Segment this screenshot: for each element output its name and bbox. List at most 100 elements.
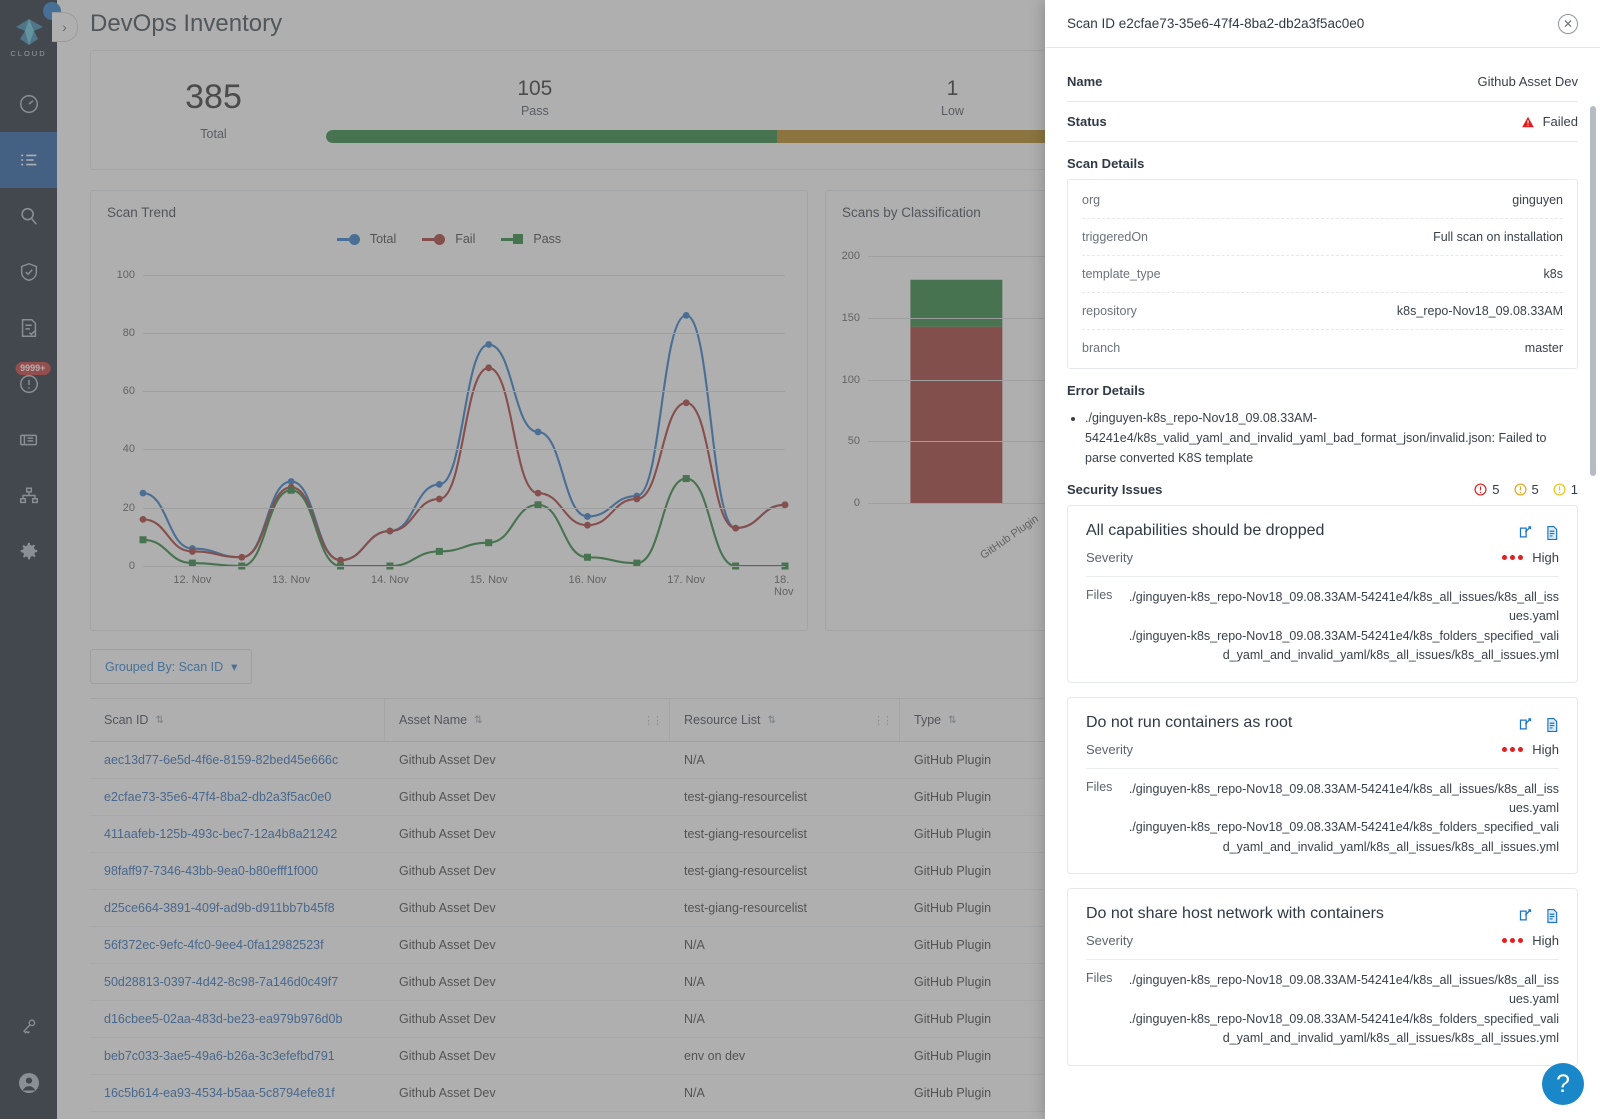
resource-list-cell: env on dev [684,1049,746,1063]
sidebar-item-account[interactable] [0,1055,57,1111]
scan-trend-title: Scan Trend [107,205,177,220]
scan-id-link[interactable]: 16c5b614-ea93-4534-b5aa-5c8794efe81f [90,1075,385,1111]
issue-title: Do not share host network with container… [1086,905,1384,922]
scan-id-link[interactable]: 98faff97-7346-43bb-9ea0-b80efff1f000 [90,853,385,889]
security-issues-header: Security Issues 5 5 1 [1067,468,1578,505]
app-root: CLOUD 9999+ › DevOps Inventory 385 Total… [0,0,1600,1119]
issue-severity-row: Severity High [1086,550,1559,577]
kpi-cell-label: Pass [520,104,549,119]
scan-detail-row: repository k8s_repo-Nov18_09.08.33AM [1082,293,1563,330]
sidebar-item-topology[interactable] [0,468,57,524]
y-axis-tick: 100 [841,373,860,386]
file-path: ./ginguyen-k8s_repo-Nov18_09.08.33AM-542… [1128,1011,1559,1046]
drawer-status-row: Status Failed [1067,102,1578,142]
sidebar-item-reports[interactable] [0,300,57,356]
file-icon[interactable] [1545,908,1559,924]
scan-id-link[interactable]: d25ce664-3891-409f-ad9b-d911bb7b45f8 [90,890,385,926]
scan-id-link[interactable]: 75913179-f3e4-4c37-add4-69f961816d88 [90,1112,385,1119]
issue-files-row: Files ./ginguyen-k8s_repo-Nov18_09.08.33… [1086,577,1559,666]
column-resize-handle[interactable]: ⋮⋮ [643,714,663,727]
table-header-cell[interactable]: Asset Name ⇅ ⋮⋮ [385,699,670,741]
table-header-cell[interactable]: Resource List ⇅ ⋮⋮ [670,699,900,741]
table-header-cell[interactable]: Scan ID ⇅ [90,699,385,741]
sidebar-bottom [0,999,57,1111]
severity-dots-icon [1502,746,1524,752]
shield-check-icon [20,262,37,282]
severity-label: Severity [1086,550,1133,565]
gridline [143,566,785,567]
scan-id-link[interactable]: aec13d77-6e5d-4f6e-8159-82bed45e666c [90,742,385,778]
y-axis-tick: 20 [122,501,135,514]
asset-name-cell: Github Asset Dev [399,1086,496,1100]
legend-item[interactable]: Total [336,232,396,246]
asset-name-cell: Github Asset Dev [399,827,496,841]
severity-text: High [1532,550,1559,565]
edit-icon[interactable] [1518,908,1533,923]
sort-icon[interactable]: ⇅ [948,715,956,726]
edit-icon[interactable] [1518,525,1533,540]
sidebar-item-dashboard[interactable] [0,76,57,132]
scan-detail-key: triggeredOn [1082,230,1149,244]
sidebar-item-alerts[interactable]: 9999+ [0,356,57,412]
sidebar-item-inventory[interactable] [0,132,57,188]
files-label: Files [1086,779,1113,794]
legend-swatch [336,237,359,241]
resource-list-cell: test-giang-resourcelist [684,827,807,841]
asset-name-cell: Github Asset Dev [399,938,496,952]
severity-label: Severity [1086,741,1133,757]
edit-icon[interactable] [1518,717,1533,732]
keys-icon [22,1019,35,1034]
drawer-name-value: Github Asset Dev [1477,74,1578,89]
scan-id-link[interactable]: d16cbee5-02aa-483d-be23-ea979b976d0b [90,1001,385,1037]
scan-id-link[interactable]: beb7c033-3ae5-49a6-b26a-3c3efefbd791 [90,1038,385,1074]
status-badge: Failed [1521,114,1578,129]
asset-name-cell: Github Asset Dev [399,1012,496,1026]
sidebar-item-keys[interactable] [0,999,57,1055]
asset-name-cell: maven_test [385,1112,670,1119]
table-header-label: Resource List [684,713,761,727]
warning-triangle-icon [1521,116,1534,127]
grouped-by-label: Grouped By: Scan ID [105,659,224,674]
y-axis-tick: 150 [841,312,860,324]
scan-id-link[interactable]: 411aafeb-125b-493c-bec7-12a4b8a21242 [90,816,385,852]
scan-id-link[interactable]: e2cfae73-35e6-47f4-8ba2-db2a3f5ac0e0 [90,779,385,815]
legend-item[interactable]: Pass [501,232,561,246]
scan-trend-plot: 0 20 40 60 80 100 12. Nov 13. Nov 14. Nov 15. Nov… [91,246,807,606]
files-value: ./ginguyen-k8s_repo-Nov18_09.08.33AM-542… [1126,588,1559,666]
security-issue-card: Do not share host network with container… [1067,888,1578,1066]
sort-icon[interactable]: ⇅ [155,715,163,726]
severity-dots-icon [1502,938,1524,943]
error-detail-item: ./ginguyen-k8s_repo-Nov18_09.08.33AM-542… [1085,408,1578,468]
column-resize-handle[interactable]: ⋮⋮ [873,714,893,727]
scan-details-box: org ginguyen triggeredOn Full scan on in… [1067,179,1578,369]
scan-id-link[interactable]: 56f372ec-9efc-4fc0-9ee4-0fa12982523f [90,927,385,963]
sort-icon[interactable]: ⇅ [474,715,482,726]
sidebar-expand-button[interactable]: › [52,12,78,42]
x-axis-tick: 17. Nov [667,574,706,586]
close-icon[interactable]: ✕ [1558,13,1578,34]
sidebar-item-shield[interactable] [0,244,57,300]
drawer-scrollbar[interactable] [1590,106,1596,476]
sidebar-item-settings[interactable] [0,524,57,580]
help-button[interactable]: ? [1542,1063,1584,1105]
file-icon[interactable] [1545,717,1559,733]
sidebar-item-containers[interactable] [0,412,57,468]
file-icon[interactable] [1545,525,1559,541]
grouped-by-dropdown[interactable]: Grouped By: Scan ID ▾ [90,649,253,684]
kpi-cell: 105 Pass [326,77,744,118]
issue-actions [1518,714,1559,733]
sidebar-item-search[interactable] [0,188,57,244]
legend-item[interactable]: Fail [422,232,475,246]
gridline [143,274,785,276]
sort-icon[interactable]: ⇅ [767,715,775,726]
resource-list-cell: N/A [670,1112,900,1119]
scan-id-link[interactable]: 50d28813-0397-4d42-8c98-7a146d0c49f7 [90,964,385,1000]
files-value: ./ginguyen-k8s_repo-Nov18_09.08.33AM-542… [1126,780,1559,858]
x-axis-tick: 16. Nov [568,574,607,586]
scan-detail-key: branch [1082,341,1121,355]
y-axis-tick: 40 [122,443,135,456]
severity-label: Severity [1086,933,1133,948]
severity-count: 5 [1474,482,1500,497]
y-axis-tick: 80 [122,326,135,339]
legend-label: Fail [455,232,476,246]
